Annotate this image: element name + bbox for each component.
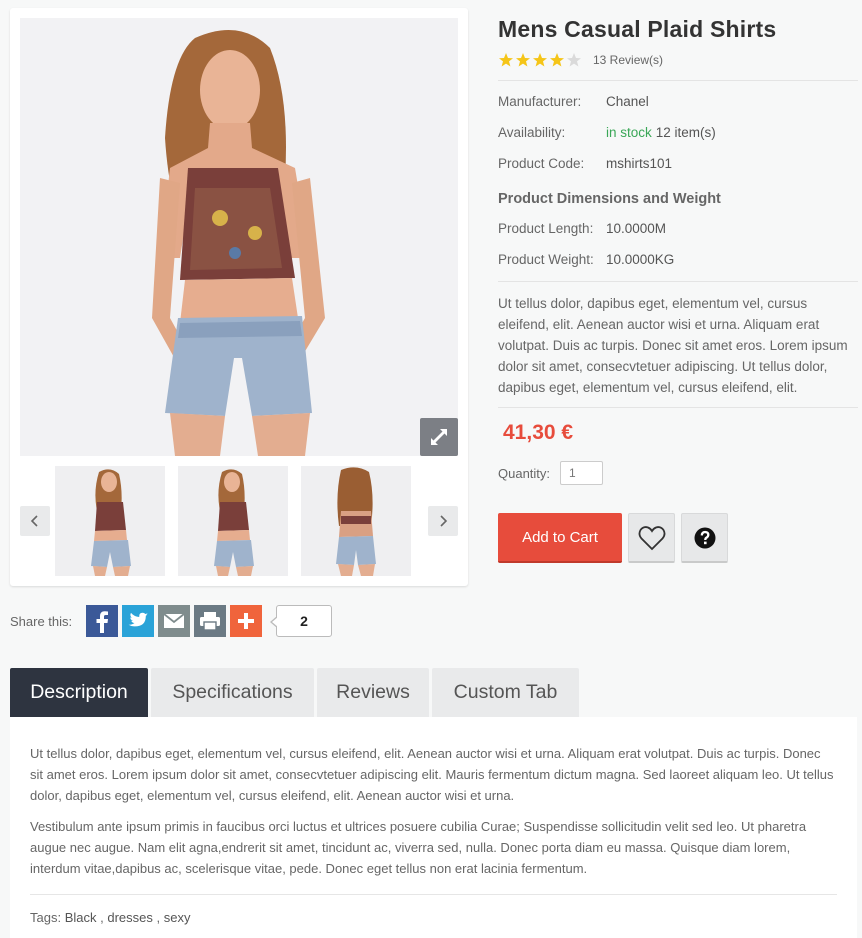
thumbnail-strip — [10, 466, 468, 576]
spec-weight: Product Weight: 10.0000KG — [498, 252, 858, 268]
product-rating: 13 Review(s) — [498, 52, 858, 68]
star-filled-icon — [516, 53, 530, 67]
star-filled-icon — [499, 53, 513, 67]
tab-reviews[interactable]: Reviews — [317, 668, 429, 717]
tags-label: Tags: — [30, 910, 62, 925]
facebook-share-button[interactable] — [86, 605, 118, 637]
spec-label: Product Length: — [498, 221, 594, 236]
facebook-icon — [96, 611, 108, 633]
ask-question-button[interactable] — [681, 513, 728, 563]
review-count-link[interactable]: 13 Review(s) — [593, 53, 663, 67]
spec-value: 10.0000KG — [606, 252, 675, 267]
description-panel: Ut tellus dolor, dapibus eget, elementum… — [10, 717, 857, 938]
divider — [498, 281, 858, 282]
divider — [30, 894, 837, 895]
share-label: Share this: — [10, 613, 73, 629]
twitter-icon — [128, 612, 148, 627]
tag-separator: , — [156, 910, 161, 925]
star-empty-icon — [567, 53, 581, 67]
tag-link[interactable]: sexy — [164, 910, 191, 925]
share-count: 2 — [270, 605, 332, 637]
tag-separator: , — [100, 910, 104, 925]
thumbnail-next-button[interactable] — [428, 506, 458, 536]
main-product-image[interactable] — [20, 18, 458, 456]
quantity-row: Quantity: — [498, 461, 858, 485]
dimensions-heading: Product Dimensions and Weight — [498, 191, 721, 207]
star-filled-icon — [533, 53, 547, 67]
divider — [498, 80, 858, 81]
spec-manufacturer: Manufacturer: Chanel — [498, 94, 858, 110]
thumbnail-3[interactable] — [301, 466, 411, 576]
thumbnail-2[interactable] — [178, 466, 288, 576]
product-info: Mens Casual Plaid Shirts 13 Review(s) Ma… — [498, 14, 858, 485]
model-photo — [20, 18, 458, 456]
spec-value: mshirts101 — [606, 156, 673, 171]
thumbnail-image — [301, 466, 411, 576]
spec-availability: Availability: in stock 12 item(s) — [498, 125, 858, 141]
chevron-left-icon — [30, 515, 38, 527]
wishlist-button[interactable] — [628, 513, 675, 563]
product-gallery — [10, 8, 468, 586]
tag-link[interactable]: Black — [65, 910, 97, 925]
divider — [498, 407, 858, 408]
print-share-button[interactable] — [194, 605, 226, 637]
plus-icon — [238, 613, 254, 629]
add-to-cart-button[interactable]: Add to Cart — [498, 513, 622, 563]
thumbnail-prev-button[interactable] — [20, 506, 50, 536]
tab-custom[interactable]: Custom Tab — [432, 668, 579, 717]
email-icon — [163, 613, 185, 628]
stock-count: 12 item(s) — [655, 125, 716, 140]
zoom-button[interactable] — [420, 418, 458, 456]
expand-icon — [431, 429, 447, 445]
description-paragraph: Ut tellus dolor, dapibus eget, elementum… — [30, 746, 834, 803]
description-paragraph: Vestibulum ante ipsum primis in faucibus… — [30, 819, 807, 876]
thumbnail-image — [178, 466, 288, 576]
spec-label: Product Code: — [498, 156, 585, 171]
chevron-right-icon — [440, 515, 448, 527]
printer-icon — [200, 612, 220, 631]
stock-status: in stock — [606, 125, 652, 140]
share-bar: Share this: 2 — [10, 605, 332, 637]
heart-icon — [638, 525, 665, 550]
product-title: Mens Casual Plaid Shirts — [498, 16, 777, 42]
spec-label: Availability: — [498, 125, 566, 140]
thumbnail-image — [55, 466, 165, 576]
tags-row: Tags: Black , dresses , sexy — [30, 910, 837, 925]
spec-label: Product Weight: — [498, 252, 594, 267]
tab-description[interactable]: Description — [10, 668, 148, 717]
email-share-button[interactable] — [158, 605, 190, 637]
star-filled-icon — [550, 53, 564, 67]
short-description: Ut tellus dolor, dapibus eget, elementum… — [498, 296, 848, 395]
spec-value[interactable]: Chanel — [606, 94, 649, 110]
quantity-input[interactable] — [560, 461, 604, 485]
spec-product-code: Product Code: mshirts101 — [498, 156, 858, 172]
spec-value: 10.0000M — [606, 221, 667, 236]
spec-length: Product Length: 10.0000M — [498, 221, 858, 237]
thumbnail-1[interactable] — [55, 466, 165, 576]
spec-label: Manufacturer: — [498, 94, 582, 109]
tab-specifications[interactable]: Specifications — [151, 668, 314, 717]
more-share-button[interactable] — [230, 605, 262, 637]
twitter-share-button[interactable] — [122, 605, 154, 637]
product-price: 41,30 € — [503, 421, 574, 444]
quantity-label: Quantity: — [498, 465, 551, 481]
tag-link[interactable]: dresses — [107, 910, 153, 925]
question-circle-icon — [694, 527, 715, 548]
